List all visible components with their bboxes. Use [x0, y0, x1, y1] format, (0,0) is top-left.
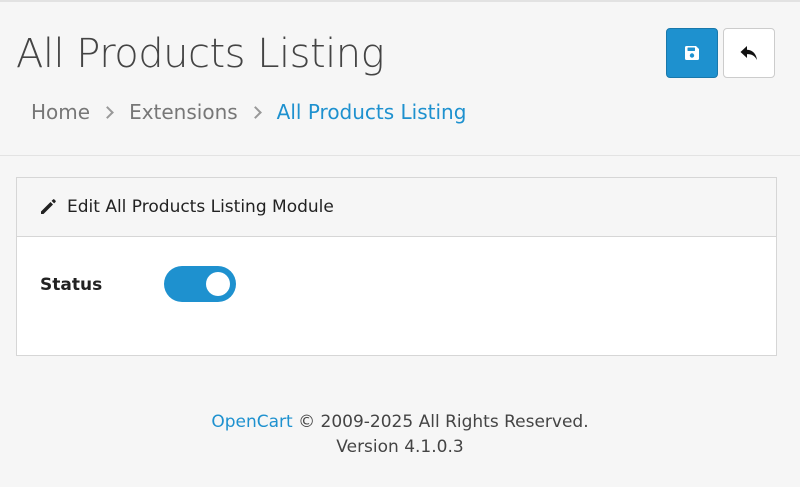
breadcrumb: Home Extensions All Products Listing: [31, 98, 466, 126]
version-text: Version 4.1.0.3: [336, 437, 464, 457]
breadcrumb-extensions[interactable]: Extensions: [129, 100, 238, 124]
save-icon: [685, 46, 699, 60]
toggle-knob: [206, 272, 230, 296]
copyright-text: © 2009-2025 All Rights Reserved.: [298, 412, 589, 432]
footer: OpenCart © 2009-2025 All Rights Reserved…: [0, 410, 800, 460]
copyright-line: OpenCart © 2009-2025 All Rights Reserved…: [0, 410, 800, 435]
breadcrumb-home[interactable]: Home: [31, 100, 90, 124]
breadcrumb-current[interactable]: All Products Listing: [277, 100, 467, 124]
save-button[interactable]: [666, 28, 718, 78]
page-title: All Products Listing: [16, 31, 385, 77]
chevron-right-icon: [248, 105, 262, 119]
page-header: All Products Listing Home Extensions All…: [0, 0, 800, 156]
chevron-right-icon: [101, 105, 114, 119]
reply-arrow-icon: [740, 46, 757, 60]
opencart-link[interactable]: OpenCart: [211, 412, 292, 432]
status-toggle[interactable]: [164, 266, 236, 302]
status-label: Status: [40, 275, 103, 295]
module-card: Edit All Products Listing Module Status: [16, 177, 777, 356]
pencil-icon: [41, 199, 56, 214]
back-button[interactable]: [723, 28, 775, 78]
card-header: Edit All Products Listing Module: [17, 178, 776, 237]
card-title: Edit All Products Listing Module: [67, 197, 334, 217]
